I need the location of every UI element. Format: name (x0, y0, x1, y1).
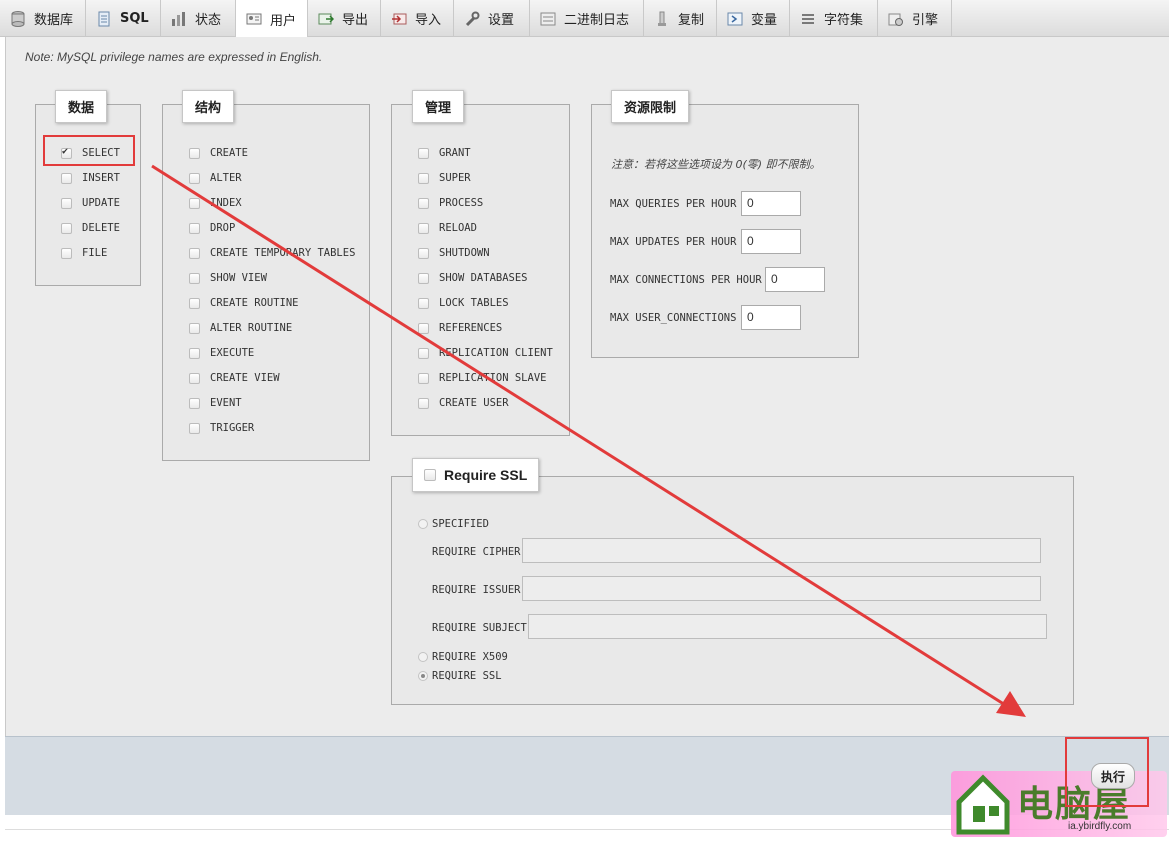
annotation-arrow-icon (151, 164, 1026, 717)
